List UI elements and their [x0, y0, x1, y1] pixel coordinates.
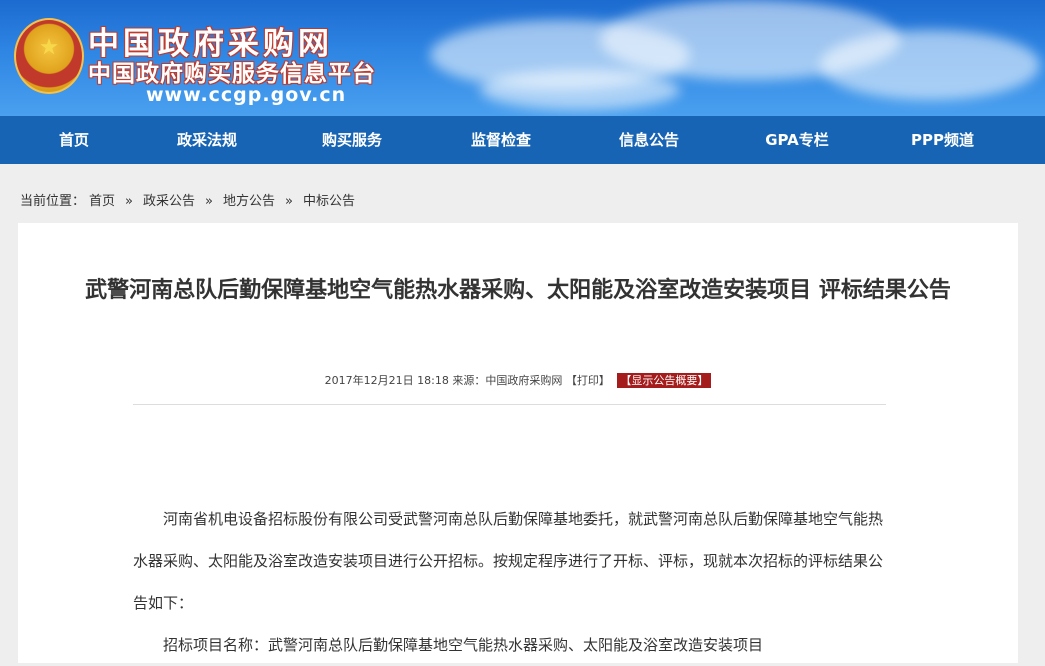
article-body: 河南省机电设备招标股份有限公司受武警河南总队后勤保障基地委托，就武警河南总队后勤…	[133, 498, 893, 666]
nav-item-ppp[interactable]: PPP频道	[860, 116, 1025, 164]
nav-item-supervision[interactable]: 监督检查	[438, 116, 564, 164]
breadcrumb-prefix: 当前位置：	[20, 194, 86, 209]
breadcrumb-separator: »	[125, 194, 133, 209]
main-nav: 首页 政采法规 购买服务 监督检查 信息公告 GPA专栏 PPP频道	[0, 116, 1045, 164]
site-banner: 中国政府采购网 中国政府购买服务信息平台 www.ccgp.gov.cn	[0, 0, 1045, 116]
nav-item-regulations[interactable]: 政采法规	[148, 116, 266, 164]
breadcrumb-separator: »	[285, 194, 293, 209]
source-name: 中国政府采购网	[485, 374, 563, 387]
divider	[133, 404, 886, 405]
publish-date: 2017年12月21日	[324, 374, 414, 387]
article-paragraph: 河南省机电设备招标股份有限公司受武警河南总队后勤保障基地委托，就武警河南总队后勤…	[133, 510, 884, 612]
site-url: www.ccgp.gov.cn	[146, 84, 347, 106]
source-label: 来源：	[452, 374, 486, 387]
cloud-decoration	[820, 30, 1040, 100]
article-title: 武警河南总队后勤保障基地空气能热水器采购、太阳能及浴室改造安装项目 评标结果公告	[85, 278, 951, 303]
article-meta: 2017年12月21日 18:18 来源：中国政府采购网 【打印】 【显示公告概…	[18, 372, 1018, 388]
breadcrumb-item-award-announcements[interactable]: 中标公告	[303, 194, 355, 209]
nav-item-home[interactable]: 首页	[0, 116, 148, 164]
breadcrumb-item-gov-announcements[interactable]: 政采公告	[143, 194, 195, 209]
breadcrumb-separator: »	[205, 194, 213, 209]
national-emblem-logo	[14, 18, 84, 94]
nav-item-purchase-services[interactable]: 购买服务	[266, 116, 438, 164]
breadcrumb-item-local-announcements[interactable]: 地方公告	[223, 194, 275, 209]
site-subname: 中国政府购买服务信息平台	[88, 61, 376, 87]
nav-item-gpa[interactable]: GPA专栏	[734, 116, 860, 164]
nav-item-announcements[interactable]: 信息公告	[564, 116, 734, 164]
article-card: 武警河南总队后勤保障基地空气能热水器采购、太阳能及浴室改造安装项目 评标结果公告…	[18, 223, 1018, 663]
cloud-decoration	[480, 70, 680, 110]
publish-time: 18:18	[417, 374, 449, 387]
print-link[interactable]: 【打印】	[566, 374, 610, 387]
show-summary-button[interactable]: 【显示公告概要】	[617, 373, 712, 388]
breadcrumb: 当前位置： 首页 » 政采公告 » 地方公告 » 中标公告	[20, 190, 359, 209]
article-paragraph: 招标项目名称：武警河南总队后勤保障基地空气能热水器采购、太阳能及浴室改造安装项目	[163, 636, 764, 654]
breadcrumb-item-home[interactable]: 首页	[89, 194, 115, 209]
